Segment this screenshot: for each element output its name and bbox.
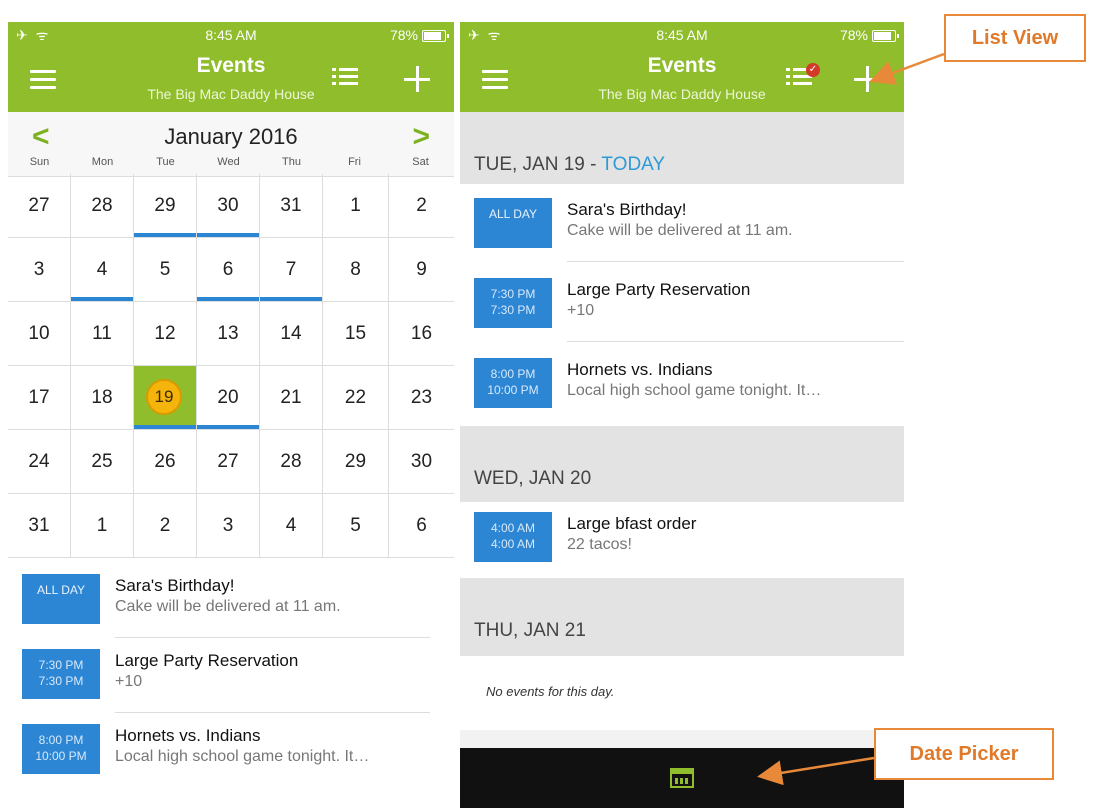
callout-arrows <box>757 52 945 786</box>
list-view-arrow <box>869 52 945 85</box>
date-picker-arrow <box>757 756 875 786</box>
